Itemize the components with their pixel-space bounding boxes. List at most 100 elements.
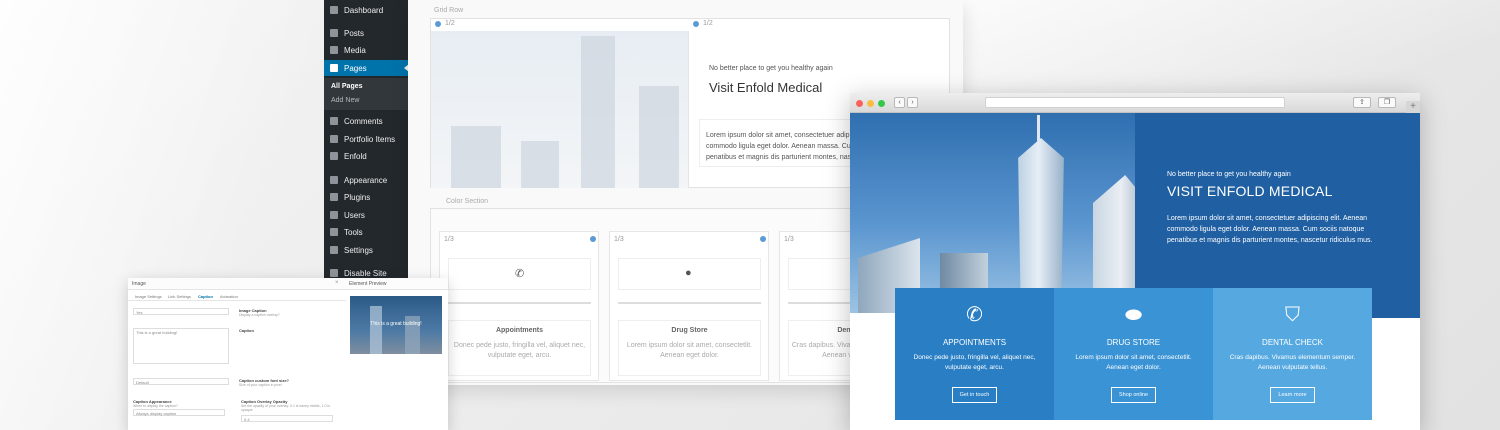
menu-pages[interactable]: Pages: [324, 60, 409, 76]
zoom-window-button[interactable]: [878, 100, 885, 107]
opacity-desc: Set the opacity of your overlay: 0.1 is …: [241, 404, 330, 412]
column-handle-icon[interactable]: [590, 236, 596, 242]
close-window-button[interactable]: [856, 100, 863, 107]
menu-media[interactable]: Media: [324, 42, 408, 58]
column-size-label: 1/3: [614, 236, 624, 243]
separator: [448, 302, 591, 304]
color-section-label-text: Color Section: [446, 198, 489, 205]
modal-header: Image × Element Preview: [128, 278, 448, 290]
feature-text: Cras dapibus. Vivamus elementum semper. …: [1229, 354, 1356, 371]
color-section-label: Color Section: [434, 198, 488, 205]
browser-toolbar: ‹ › ⇪ ❐ +: [850, 93, 1420, 114]
feature-title: DRUG STORE: [1106, 338, 1161, 347]
menu-comments[interactable]: Comments: [324, 113, 408, 129]
back-button[interactable]: ‹: [894, 97, 905, 108]
pill-icon: ⬬: [1124, 304, 1143, 326]
menu-portfolio-items[interactable]: Portfolio Items: [324, 131, 408, 147]
plugin-icon: [330, 193, 338, 201]
modal-tabs: Image Settings Link Settings Caption Ani…: [128, 292, 346, 301]
feature-text: Lorem ipsum dolor sit amet, consectetlit…: [1075, 354, 1192, 371]
submenu-all-pages[interactable]: All Pages: [331, 83, 363, 90]
text-element[interactable]: Appointments Donec pede justo, fringilla…: [448, 320, 591, 376]
separator: [618, 302, 761, 304]
tab-animation[interactable]: Animation: [220, 294, 238, 299]
home-icon: [330, 152, 338, 160]
menu-tools[interactable]: Tools: [324, 224, 408, 240]
caption-desc: Display a caption overlay?: [239, 313, 280, 317]
tooth-icon: ⛉: [1285, 304, 1300, 326]
appearance-select[interactable]: Always display caption: [133, 409, 225, 416]
image-placeholder[interactable]: [431, 31, 689, 188]
pill-icon: ●: [685, 267, 692, 279]
builder-heading: Visit Enfold Medical: [709, 80, 823, 95]
tab-caption[interactable]: Caption: [198, 294, 213, 299]
forward-button[interactable]: ›: [907, 97, 918, 108]
learn-more-button[interactable]: Learn more: [1270, 387, 1315, 403]
icon-element[interactable]: ●: [618, 258, 761, 290]
media-icon: [330, 46, 338, 54]
minimize-window-button[interactable]: [867, 100, 874, 107]
users-icon: [330, 211, 338, 219]
menu-settings[interactable]: Settings: [324, 242, 408, 258]
builder-tagline: No better place to get you healthy again: [709, 65, 833, 72]
feature-dental-check: ⛉ DENTAL CHECK Cras dapibus. Vivamus ele…: [1213, 288, 1372, 420]
hero-title: VISIT ENFOLD MEDICAL: [1167, 183, 1333, 199]
hero-text: Lorem ipsum dolor sit amet, consectetuer…: [1167, 215, 1373, 244]
gear-icon: [330, 269, 338, 277]
caption-select[interactable]: Yes: [133, 308, 229, 315]
pages-submenu: All Pages Add New: [324, 78, 408, 110]
get-in-touch-button[interactable]: Get in touch: [951, 387, 998, 403]
preview-title: Element Preview: [349, 281, 387, 287]
close-icon[interactable]: ×: [335, 280, 339, 286]
grid-row-label: Grid Row: [434, 7, 464, 14]
address-bar[interactable]: [985, 97, 1285, 108]
builder-column-drug-store[interactable]: 1/3 ● Drug Store Lorem ipsum dolor sit a…: [609, 231, 769, 381]
tab-link-settings[interactable]: Link Settings: [168, 294, 191, 299]
phone-icon: ✆: [515, 268, 525, 280]
feature-drug-store: ⬬ DRUG STORE Lorem ipsum dolor sit amet,…: [1054, 288, 1213, 420]
column-handle-icon[interactable]: [693, 21, 699, 27]
brush-icon: [330, 176, 338, 184]
menu-users[interactable]: Users: [324, 207, 408, 223]
column-size-label: 1/3: [784, 236, 794, 243]
portfolio-icon: [330, 135, 338, 143]
shop-online-button[interactable]: Shop online: [1110, 387, 1157, 403]
column-handle-icon[interactable]: [435, 21, 441, 27]
column-handle-icon[interactable]: [760, 236, 766, 242]
menu-appearance[interactable]: Appearance: [324, 172, 408, 188]
column-size-label: 1/3: [444, 236, 454, 243]
menu-plugins[interactable]: Plugins: [324, 189, 408, 205]
pin-icon: [330, 29, 338, 37]
text-element[interactable]: Drug Store Lorem ipsum dolor sit amet, c…: [618, 320, 761, 376]
comment-icon: [330, 117, 338, 125]
menu-posts[interactable]: Posts: [324, 25, 408, 41]
feature-title: DENTAL CHECK: [1262, 338, 1323, 347]
column-text: Lorem ipsum dolor sit amet, consectetlit…: [626, 342, 753, 359]
caption-textarea[interactable]: This is a great building!: [133, 328, 229, 364]
wp-admin-sidebar: Dashboard Posts Media Pages All Pages Ad…: [324, 0, 409, 285]
pages-icon: [330, 64, 338, 72]
column-text: Donec pede justo, fringilla vel, aliquet…: [453, 342, 586, 359]
menu-enfold[interactable]: Enfold: [324, 148, 408, 164]
preview-caption: This is a great building!: [370, 321, 422, 327]
builder-column-appointments[interactable]: 1/3 ✆ Appointments Donec pede justo, fri…: [439, 231, 599, 381]
tab-image-settings[interactable]: Image Settings: [135, 294, 162, 299]
wrench-icon: [330, 228, 338, 236]
share-icon[interactable]: ⇪: [1353, 97, 1371, 108]
icon-element[interactable]: ✆: [448, 258, 591, 290]
font-size-select[interactable]: Default: [133, 378, 229, 385]
dashboard-icon: [330, 6, 338, 14]
opacity-select[interactable]: 0.4: [241, 415, 333, 422]
appearance-desc: When to display the caption?: [133, 404, 178, 408]
submenu-add-new[interactable]: Add New: [331, 97, 359, 104]
hero-building-photo: [850, 113, 1135, 313]
caption-field-label: Caption: [239, 328, 254, 333]
column-size-label: 1/2: [445, 20, 455, 27]
menu-dashboard[interactable]: Dashboard: [324, 2, 408, 18]
modal-title: Image: [132, 281, 146, 287]
safari-browser-window: ‹ › ⇪ ❐ + No better place to get you hea…: [850, 93, 1420, 430]
settings-icon: [330, 246, 338, 254]
tabs-icon[interactable]: ❐: [1378, 97, 1396, 108]
column-title: Drug Store: [671, 327, 708, 334]
feature-appointments: ✆ APPOINTMENTS Donec pede justo, fringil…: [895, 288, 1054, 420]
